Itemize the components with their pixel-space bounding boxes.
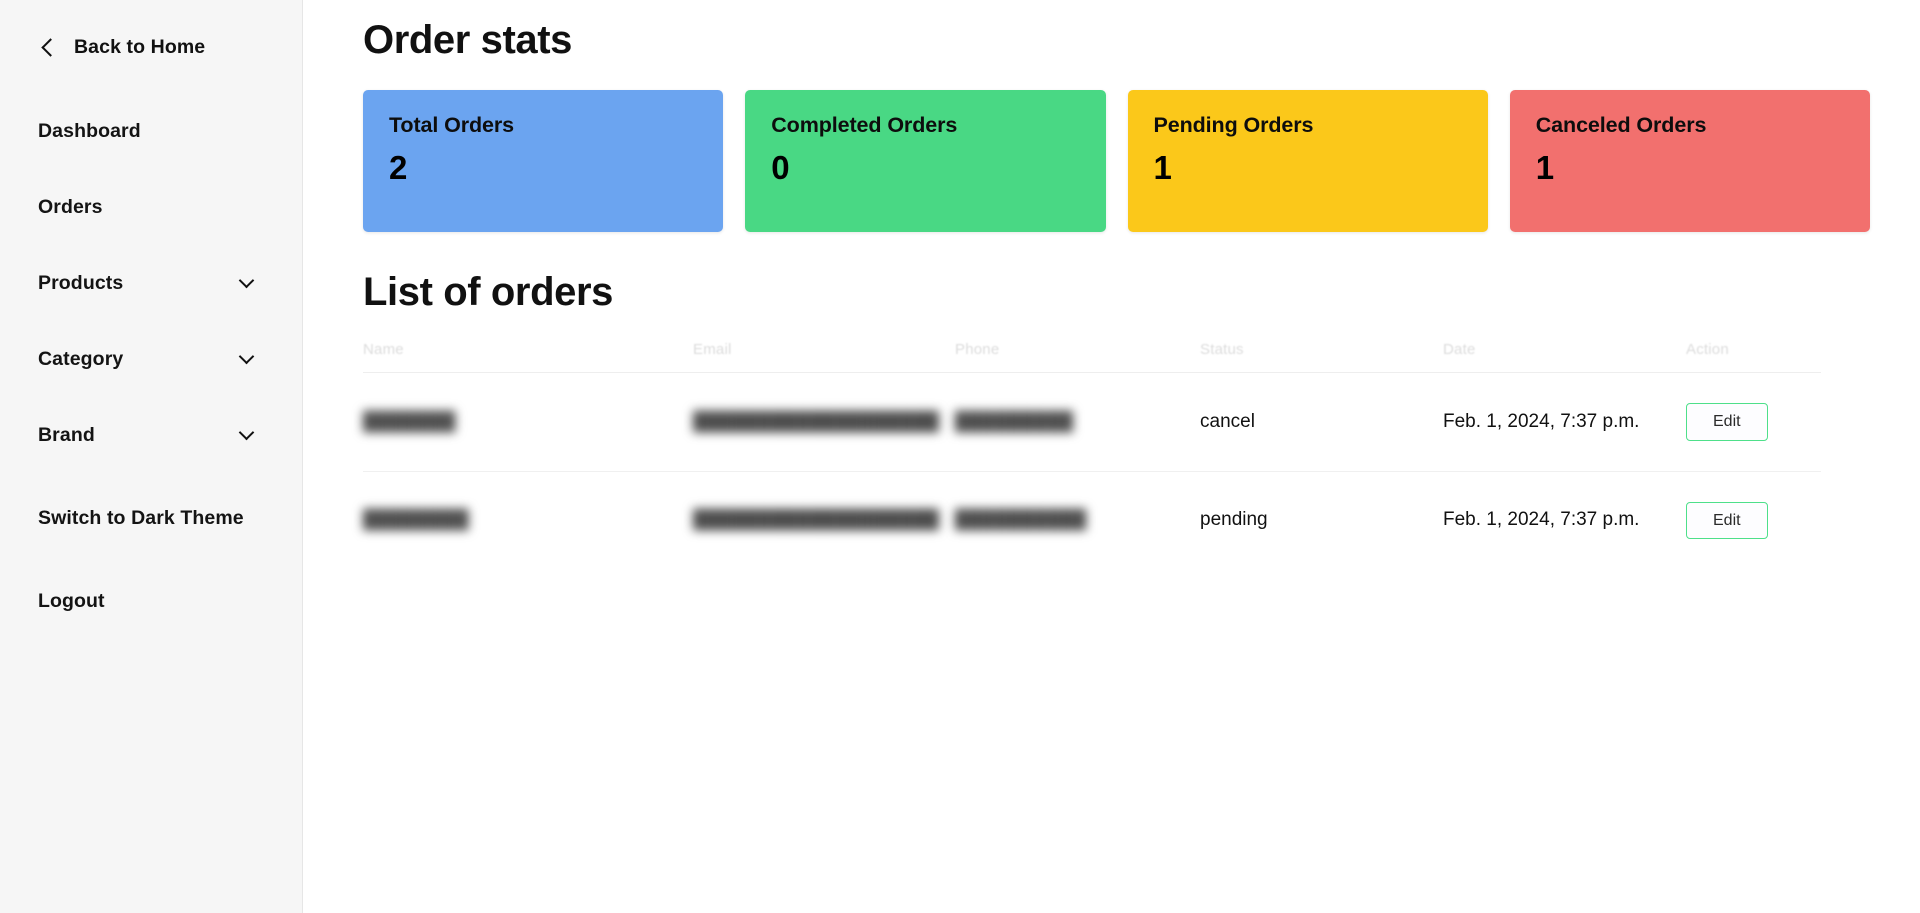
page-title: Order stats xyxy=(363,18,573,62)
cell-email: ███████████████████ xyxy=(693,372,955,472)
table-row: ████████ ███████████████████ ██████████ … xyxy=(363,471,1821,569)
stat-card-value: 2 xyxy=(389,149,408,186)
edit-button[interactable]: Edit xyxy=(1686,403,1768,441)
cell-name: ███████ xyxy=(363,372,693,472)
chevron-down-icon[interactable] xyxy=(238,424,255,441)
stat-card-value: 1 xyxy=(1535,149,1555,186)
cell-date: Feb. 1, 2024, 7:37 p.m. xyxy=(1443,372,1686,472)
stat-card-value: 1 xyxy=(1153,149,1172,186)
chevron-down-icon[interactable] xyxy=(238,272,255,289)
sidebar: Back to Home Dashboard Orders Products C… xyxy=(0,0,303,913)
redacted-phone: ██████████ xyxy=(955,509,1087,530)
sidebar-item-label: Logout xyxy=(38,589,105,612)
stat-card-title: Canceled Orders xyxy=(1535,113,1707,137)
sidebar-item-label: Products xyxy=(38,271,124,294)
sidebar-item-dashboard[interactable]: Dashboard xyxy=(0,110,302,152)
chevron-down-icon[interactable] xyxy=(238,348,255,365)
cell-action: Edit xyxy=(1686,471,1821,569)
orders-table-head: Name Email Phone Status Date Action xyxy=(363,341,1821,373)
redacted-name: ████████ xyxy=(363,509,470,530)
status-badge: cancel xyxy=(1200,410,1255,432)
cell-date: Feb. 1, 2024, 7:37 p.m. xyxy=(1443,471,1686,569)
column-header-email: Email xyxy=(693,341,732,358)
sidebar-item-label: Switch to Dark Theme xyxy=(38,506,244,529)
column-header-phone: Phone xyxy=(955,341,1000,358)
cell-status: cancel xyxy=(1200,372,1443,472)
cell-action: Edit xyxy=(1686,372,1821,472)
order-stats-cards: Total Orders 2 Completed Orders 0 Pendin… xyxy=(363,90,1870,232)
orders-table-body: ███████ ███████████████████ █████████ ca… xyxy=(363,372,1821,570)
cell-name: ████████ xyxy=(363,471,693,569)
stat-card-title: Total Orders xyxy=(389,113,515,137)
stat-card-completed-orders: Completed Orders 0 xyxy=(745,90,1106,232)
sidebar-item-switch-theme[interactable]: Switch to Dark Theme xyxy=(0,497,302,539)
main-content: Order stats Total Orders 2 Completed Ord… xyxy=(303,0,1920,913)
stat-card-title: Pending Orders xyxy=(1153,113,1314,137)
cell-email: ███████████████████ xyxy=(693,471,955,569)
back-to-home-button[interactable]: Back to Home xyxy=(0,30,302,64)
stat-card-canceled-orders: Canceled Orders 1 xyxy=(1509,90,1870,232)
app-root: Back to Home Dashboard Orders Products C… xyxy=(0,0,1920,913)
cell-phone: ██████████ xyxy=(955,471,1200,569)
order-date: Feb. 1, 2024, 7:37 p.m. xyxy=(1443,410,1640,432)
column-header-date: Date xyxy=(1443,341,1476,358)
sidebar-item-logout[interactable]: Logout xyxy=(0,580,302,622)
sidebar-item-orders[interactable]: Orders xyxy=(0,186,302,228)
cell-phone: █████████ xyxy=(955,372,1200,472)
stat-card-value: 0 xyxy=(771,149,790,186)
column-header-action: Action xyxy=(1686,341,1729,358)
section-title: List of orders xyxy=(363,270,613,314)
sidebar-item-label: Category xyxy=(38,347,124,370)
redacted-email: ███████████████████ xyxy=(693,410,940,431)
sidebar-item-label: Orders xyxy=(38,195,103,218)
sidebar-item-brand[interactable]: Brand xyxy=(0,414,302,456)
sidebar-item-category[interactable]: Category xyxy=(0,338,302,380)
chevron-left-icon xyxy=(41,37,60,57)
column-header-name: Name xyxy=(363,341,404,358)
table-row: ███████ ███████████████████ █████████ ca… xyxy=(363,372,1821,472)
cell-status: pending xyxy=(1200,471,1443,569)
table-header-row: Name Email Phone Status Date Action xyxy=(363,341,1821,373)
order-date: Feb. 1, 2024, 7:37 p.m. xyxy=(1443,509,1640,531)
sidebar-item-label: Brand xyxy=(38,423,95,446)
stat-card-pending-orders: Pending Orders 1 xyxy=(1127,90,1488,232)
back-to-home-label: Back to Home xyxy=(74,35,206,58)
sidebar-item-label: Dashboard xyxy=(38,119,141,142)
sidebar-item-products[interactable]: Products xyxy=(0,262,302,304)
stat-card-title: Completed Orders xyxy=(771,113,958,137)
redacted-phone: █████████ xyxy=(955,410,1074,431)
redacted-name: ███████ xyxy=(363,410,456,431)
edit-button[interactable]: Edit xyxy=(1686,501,1768,540)
orders-table: Name Email Phone Status Date Action ████… xyxy=(363,341,1821,569)
redacted-email: ███████████████████ xyxy=(693,509,940,530)
sidebar-nav: Dashboard Orders Products Category Brand… xyxy=(0,110,302,622)
stat-card-total-orders: Total Orders 2 xyxy=(363,90,724,232)
status-badge: pending xyxy=(1200,509,1268,531)
column-header-status: Status xyxy=(1200,341,1244,358)
